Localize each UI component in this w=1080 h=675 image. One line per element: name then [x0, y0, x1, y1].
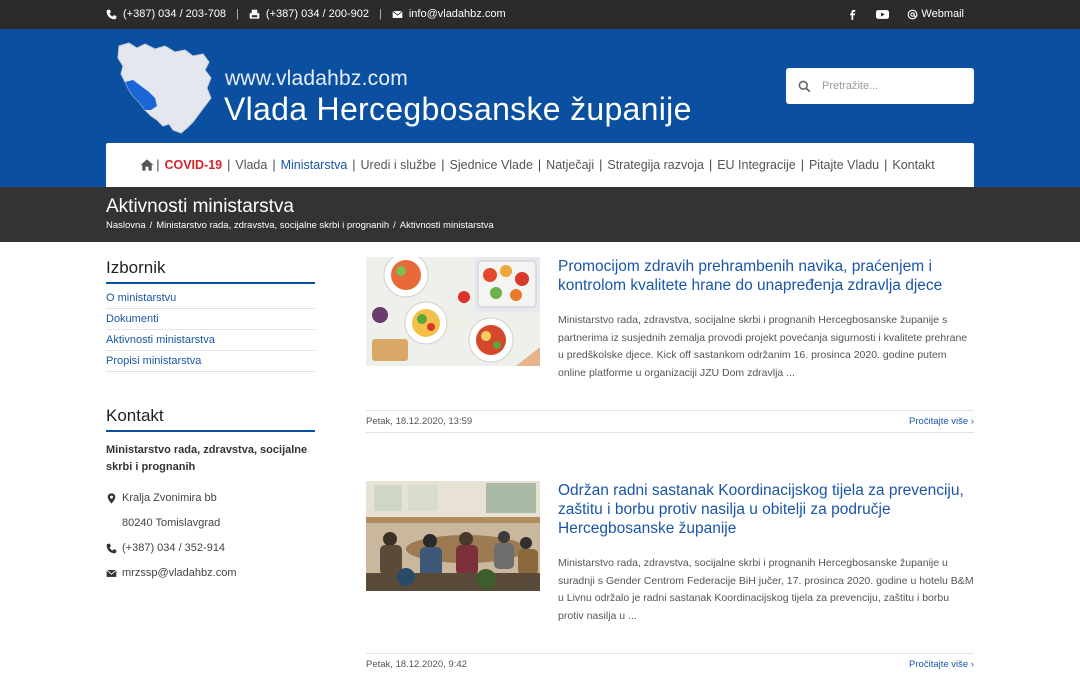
nav-item-ministarstva[interactable]: Ministarstva	[276, 158, 353, 172]
contact-heading: Kontakt	[106, 406, 315, 432]
article-title[interactable]: Promocijom zdravih prehrambenih navika, …	[558, 257, 974, 295]
site-title[interactable]: Vlada Hercegbosanske županije	[224, 91, 692, 128]
contact-email: mrzssp@vladahbz.com	[106, 567, 236, 579]
contact-email-address[interactable]: mrzssp@vladahbz.com	[122, 567, 236, 579]
page-title-bar: Aktivnosti ministarstva Naslovna / Minis…	[0, 187, 1080, 242]
read-more-link[interactable]: Pročitajte više ›	[909, 659, 974, 670]
webmail-link[interactable]: Webmail	[907, 8, 964, 20]
nav-item-covid[interactable]: COVID-19	[159, 158, 227, 172]
article-date: Petak, 18.12.2020, 13:59	[366, 416, 473, 427]
envelope-icon	[106, 569, 117, 577]
article-image-meeting[interactable]	[366, 481, 540, 591]
sidebar-item-aktivnosti[interactable]: Aktivnosti ministarstva	[106, 330, 315, 351]
nav-item-strategija[interactable]: Strategija razvoja	[602, 158, 709, 172]
top-phone[interactable]: (+387) 034 / 203-708	[123, 8, 226, 20]
fax-icon	[249, 9, 260, 19]
sidebar-item-dokumenti[interactable]: Dokumenti	[106, 309, 315, 330]
chevron-right-icon: ›	[970, 416, 974, 427]
youtube-icon[interactable]	[876, 9, 890, 20]
breadcrumb-ministry[interactable]: Ministarstvo rada, zdravstva, socijalne …	[156, 220, 389, 231]
article-meta: Petak, 18.12.2020, 9:42 Pročitajte više …	[366, 653, 974, 675]
search-input[interactable]	[822, 77, 962, 95]
sidebar-menu: O ministarstvu Dokumenti Aktivnosti mini…	[106, 288, 315, 372]
menu-heading: Izbornik	[106, 258, 315, 284]
envelope-icon	[392, 10, 403, 18]
main-nav: | COVID-19 | Vlada | Ministarstva | Ured…	[106, 143, 974, 187]
contact-address-line1: Kralja Zvonimira bb	[122, 492, 217, 504]
nav-item-natjecaji[interactable]: Natječaji	[541, 158, 599, 172]
breadcrumb-separator: /	[393, 220, 396, 231]
read-more-label: Pročitajte više	[909, 659, 969, 670]
sidebar-item-o-ministarstvu[interactable]: O ministarstvu	[106, 288, 315, 309]
nav-item-pitajte[interactable]: Pitajte Vladu	[804, 158, 884, 172]
breadcrumb-separator: /	[149, 220, 153, 231]
top-contacts: (+387) 034 / 203-708 | (+387) 034 / 200-…	[106, 8, 506, 20]
read-more-label: Pročitajte više	[909, 416, 969, 427]
map-marker-icon	[107, 492, 116, 504]
breadcrumb: Naslovna / Ministarstvo rada, zdravstva,…	[106, 220, 494, 231]
article-title[interactable]: Održan radni sastanak Koordinacijskog ti…	[558, 481, 974, 538]
article-excerpt: Ministarstvo rada, zdravstva, socijalne …	[558, 557, 974, 622]
search-box[interactable]	[786, 68, 974, 104]
home-icon[interactable]	[140, 159, 154, 171]
at-icon	[908, 9, 918, 19]
top-social: Webmail	[847, 8, 964, 20]
bih-map-logo[interactable]	[115, 40, 213, 135]
nav-item-vlada[interactable]: Vlada	[230, 158, 272, 172]
article-excerpt: Ministarstvo rada, zdravstva, socijalne …	[558, 314, 968, 379]
webmail-label: Webmail	[921, 8, 964, 20]
page-title: Aktivnosti ministarstva	[106, 196, 294, 217]
read-more-link[interactable]: Pročitajte više ›	[909, 416, 974, 427]
top-bar: (+387) 034 / 203-708 | (+387) 034 / 200-…	[0, 0, 1080, 29]
phone-icon	[106, 9, 117, 19]
nav-item-sjednice[interactable]: Sjednice Vlade	[445, 158, 538, 172]
contact-org: Ministarstvo rada, zdravstva, socijalne …	[106, 444, 308, 473]
breadcrumb-home[interactable]: Naslovna	[106, 220, 146, 231]
nav-item-kontakt[interactable]: Kontakt	[887, 158, 939, 172]
contact-phone-number[interactable]: (+387) 034 / 352-914	[122, 542, 225, 554]
breadcrumb-current: Aktivnosti ministarstva	[399, 220, 494, 231]
contact-phone: (+387) 034 / 352-914	[106, 542, 225, 554]
article-date: Petak, 18.12.2020, 9:42	[366, 659, 467, 670]
phone-icon	[106, 543, 117, 553]
search-icon[interactable]	[798, 80, 811, 93]
site-header: www.vladahbz.com Vlada Hercegbosanske žu…	[0, 29, 1080, 187]
top-email[interactable]: info@vladahbz.com	[409, 8, 506, 20]
sidebar-item-propisi[interactable]: Propisi ministarstva	[106, 351, 315, 372]
nav-item-uredi[interactable]: Uredi i službe	[356, 158, 442, 172]
article-meta: Petak, 18.12.2020, 13:59 Pročitajte više…	[366, 410, 974, 433]
contact-city: 80240 Tomislavgrad	[122, 517, 221, 529]
top-fax: (+387) 034 / 200-902	[265, 8, 369, 20]
facebook-icon[interactable]	[847, 9, 858, 20]
site-url[interactable]: www.vladahbz.com	[225, 67, 408, 91]
chevron-right-icon: ›	[970, 659, 974, 670]
contact-address: Kralja Zvonimira bb	[106, 492, 217, 504]
article-image-food[interactable]	[366, 257, 540, 366]
nav-item-eu[interactable]: EU Integracije	[712, 158, 801, 172]
contact-address-line2: 80240 Tomislavgrad	[122, 517, 220, 529]
